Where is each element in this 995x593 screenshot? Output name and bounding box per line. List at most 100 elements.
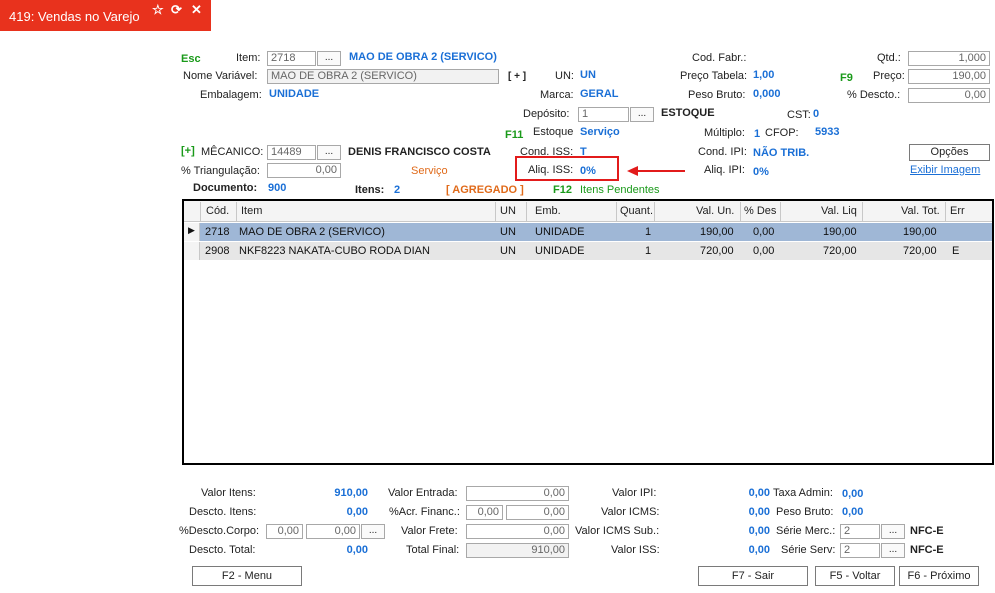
documento-label: Documento: [193, 182, 258, 194]
col-err[interactable]: Err [950, 205, 965, 217]
aliq-iss-highlight-box [515, 156, 619, 181]
row-indicator: ▶ [184, 223, 200, 241]
deposito-search-button[interactable]: ... [630, 107, 654, 122]
menu-button[interactable]: F2 - Menu [192, 566, 302, 586]
table-row[interactable]: ▶ 2718 MAO DE OBRA 2 (SERVICO) UN UNIDAD… [184, 223, 992, 241]
cell-item: MAO DE OBRA 2 (SERVICO) [239, 226, 385, 238]
servico-text: Serviço [411, 165, 448, 177]
item-description: MAO DE OBRA 2 (SERVICO) [349, 51, 497, 63]
total-final-input: 910,00 [466, 543, 569, 558]
preco-label: Preço: [873, 70, 905, 82]
esc-shortcut[interactable]: Esc [181, 53, 201, 65]
valor-icms-label: Valor ICMS: [601, 506, 660, 518]
f11-shortcut[interactable]: F11 [505, 129, 523, 141]
cell-item: NKF8223 NAKATA-CUBO RODA DIAN [239, 245, 430, 257]
col-desc[interactable]: % Des [744, 205, 776, 217]
acr-financ-pct-input[interactable]: 0,00 [466, 505, 503, 520]
item-search-button[interactable]: ... [317, 51, 341, 66]
col-item[interactable]: Item [241, 205, 262, 217]
descto-itens-value: 0,00 [346, 506, 368, 518]
close-icon[interactable]: ✕ [191, 2, 202, 18]
cell-val-liq: 720,00 [823, 245, 857, 257]
nome-variavel-input[interactable]: MAO DE OBRA 2 (SERVICO) [267, 69, 499, 84]
itens-pendentes-link[interactable]: Itens Pendentes [580, 184, 660, 196]
deposito-description: ESTOQUE [661, 107, 715, 119]
valor-frete-input[interactable]: 0,00 [466, 524, 569, 539]
serie-serv-label: Série Serv: [781, 544, 836, 556]
nome-variavel-expand[interactable]: [ + ] [508, 71, 526, 82]
col-emb[interactable]: Emb. [535, 205, 561, 217]
exibir-imagem-link[interactable]: Exibir Imagem [910, 164, 980, 176]
agregado-badge[interactable]: [ AGREGADO ] [446, 184, 524, 196]
descto-itens-label: Descto. Itens: [189, 506, 257, 518]
serie-serv-input[interactable]: 2 [840, 543, 880, 558]
descto-corpo-label: %Descto.Corpo: [179, 525, 260, 537]
descto-total-label: Descto. Total: [189, 544, 256, 556]
table-row[interactable]: 2908 NKF8223 NAKATA-CUBO RODA DIAN UN UN… [184, 242, 992, 260]
f9-shortcut[interactable]: F9 [840, 72, 853, 84]
star-icon[interactable]: ☆ [152, 2, 164, 18]
serie-serv-button[interactable]: ... [881, 543, 905, 558]
mecanico-search-button[interactable]: ... [317, 145, 341, 160]
cell-emb: UNIDADE [535, 226, 585, 238]
proximo-button[interactable]: F6 - Próximo [899, 566, 979, 586]
preco-tabela-value: 1,00 [753, 69, 775, 81]
descto-corpo-value-input[interactable]: 0,00 [306, 524, 360, 539]
multiplo-label: Múltiplo: [704, 127, 745, 139]
cell-emb: UNIDADE [535, 245, 585, 257]
col-cod[interactable]: Cód. [206, 205, 229, 217]
serie-merc-button[interactable]: ... [881, 524, 905, 539]
documento-value: 900 [268, 182, 287, 194]
nome-variavel-label: Nome Variável: [183, 70, 258, 82]
mecanico-input[interactable]: 14489 [267, 145, 316, 160]
valor-iss-label: Valor ISS: [611, 544, 660, 556]
refresh-icon[interactable]: ⟳ [171, 2, 182, 18]
descto-corpo-button[interactable]: ... [361, 524, 385, 539]
valor-ipi-label: Valor IPI: [612, 487, 657, 499]
valor-entrada-input[interactable]: 0,00 [466, 486, 569, 501]
acr-financ-value-input[interactable]: 0,00 [506, 505, 569, 520]
triangulacao-input[interactable]: 0,00 [267, 163, 341, 178]
taxa-admin-value: 0,00 [842, 488, 864, 500]
cell-val-liq: 190,00 [823, 226, 857, 238]
col-val-un[interactable]: Val. Un. [696, 205, 734, 217]
estoque-label: Estoque [533, 126, 574, 138]
cell-cod: 2718 [205, 226, 230, 238]
triangulacao-label: % Triangulação: [181, 165, 260, 177]
preco-tabela-label: Preço Tabela: [680, 70, 748, 82]
mecanico-label: MÊCANICO: [201, 146, 264, 158]
serie-merc-input[interactable]: 2 [840, 524, 880, 539]
total-final-label: Total Final: [406, 544, 460, 556]
cell-val-tot: 720,00 [903, 245, 937, 257]
items-grid[interactable]: Cód. Item UN Emb. Quant. Val. Un. % Des … [182, 199, 994, 465]
cell-cod: 2908 [205, 245, 230, 257]
mecanico-add-shortcut[interactable]: [+] [181, 145, 195, 157]
deposito-label: Depósito: [523, 108, 570, 120]
descto-total-value: 0,00 [346, 544, 368, 556]
col-un[interactable]: UN [500, 205, 516, 217]
serie-merc-type: NFC-E [910, 525, 944, 537]
preco-input[interactable]: 190,00 [908, 69, 990, 84]
cell-desc: 0,00 [753, 226, 775, 238]
cell-err: E [952, 245, 960, 257]
f12-shortcut[interactable]: F12 [553, 184, 572, 196]
item-code-input[interactable]: 2718 [267, 51, 316, 66]
sair-button[interactable]: F7 - Sair [698, 566, 808, 586]
row-pointer-icon: ▶ [188, 225, 195, 235]
valor-icms-sub-label: Valor ICMS Sub.: [575, 525, 660, 537]
voltar-button[interactable]: F5 - Voltar [815, 566, 895, 586]
col-val-liq[interactable]: Val. Liq [821, 205, 857, 217]
descto-corpo-pct-input[interactable]: 0,00 [266, 524, 303, 539]
col-quant[interactable]: Quant. [620, 205, 653, 217]
row-indicator [184, 242, 200, 260]
descto-label: % Descto.: [847, 89, 901, 101]
cell-val-tot: 190,00 [903, 226, 937, 238]
peso-bruto-total-label: Peso Bruto: [776, 506, 834, 518]
opcoes-button[interactable]: Opções [909, 144, 990, 161]
valor-icms-sub-value: 0,00 [748, 525, 770, 537]
qtd-input[interactable]: 1,000 [908, 51, 990, 66]
deposito-input[interactable]: 1 [578, 107, 629, 122]
window-title: 419: Vendas no Varejo [9, 9, 140, 24]
descto-input[interactable]: 0,00 [908, 88, 990, 103]
col-val-tot[interactable]: Val. Tot. [901, 205, 940, 217]
